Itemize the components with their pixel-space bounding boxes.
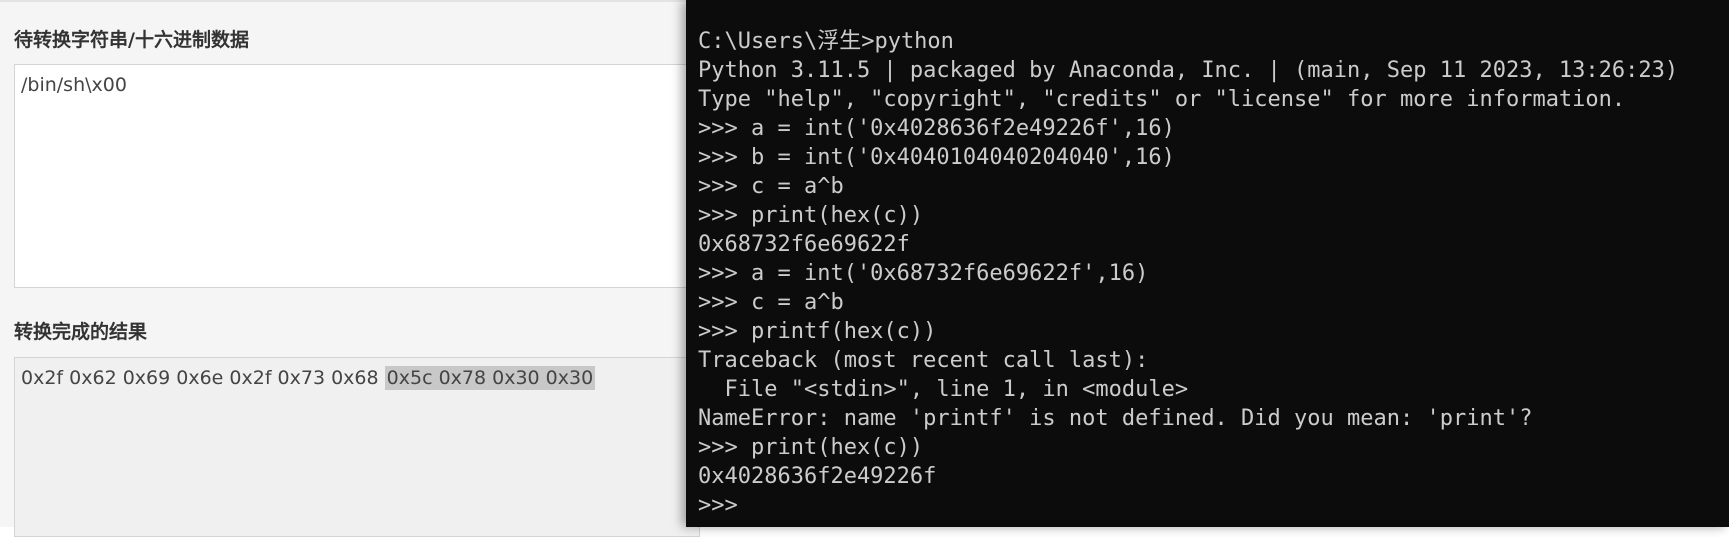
- output-textarea[interactable]: 0x2f 0x62 0x69 0x6e 0x2f 0x73 0x68 0x5c …: [14, 357, 700, 537]
- console-line: Type "help", "copyright", "credits" or "…: [698, 87, 1626, 112]
- output-label: 转换完成的结果: [14, 321, 148, 343]
- output-selected-text: 0x5c 0x78 0x30 0x30: [384, 366, 596, 390]
- console-line: Python 3.11.5 | packaged by Anaconda, In…: [698, 58, 1679, 83]
- console-line: 0x4028636f2e49226f: [698, 464, 937, 489]
- console-prompt[interactable]: >>>: [698, 491, 1678, 520]
- console-line: C:\Users\浮生>python: [698, 29, 954, 54]
- console-line: NameError: name 'printf' is not defined.…: [698, 406, 1533, 431]
- console-output: C:\Users\浮生>python Python 3.11.5 | packa…: [698, 27, 1678, 520]
- console-line: >>> print(hex(c)): [698, 203, 924, 228]
- console-line: >>> printf(hex(c)): [698, 319, 937, 344]
- console-line: File "<stdin>", line 1, in <module>: [698, 377, 1189, 402]
- converter-panel: 待转换字符串/十六进制数据 /bin/sh\x00 转换完成的结果 0x2f 0…: [0, 0, 700, 537]
- input-text: /bin/sh\x00: [21, 74, 127, 96]
- console-window[interactable]: C:\Users\浮生>python Python 3.11.5 | packa…: [686, 0, 1729, 527]
- input-textarea[interactable]: /bin/sh\x00: [14, 64, 700, 288]
- console-line: >>> c = a^b: [698, 290, 844, 315]
- console-line: 0x68732f6e69622f: [698, 232, 910, 257]
- console-line: >>> a = int('0x4028636f2e49226f',16): [698, 116, 1175, 141]
- console-line: >>> b = int('0x4040104040204040',16): [698, 145, 1175, 170]
- input-label: 待转换字符串/十六进制数据: [14, 29, 249, 51]
- output-text: 0x2f 0x62 0x69 0x6e 0x2f 0x73 0x68: [21, 367, 385, 389]
- console-line: Traceback (most recent call last):: [698, 348, 1149, 373]
- console-line: >>> c = a^b: [698, 174, 844, 199]
- console-line: >>> a = int('0x68732f6e69622f',16): [698, 261, 1149, 286]
- console-line: >>> print(hex(c)): [698, 435, 924, 460]
